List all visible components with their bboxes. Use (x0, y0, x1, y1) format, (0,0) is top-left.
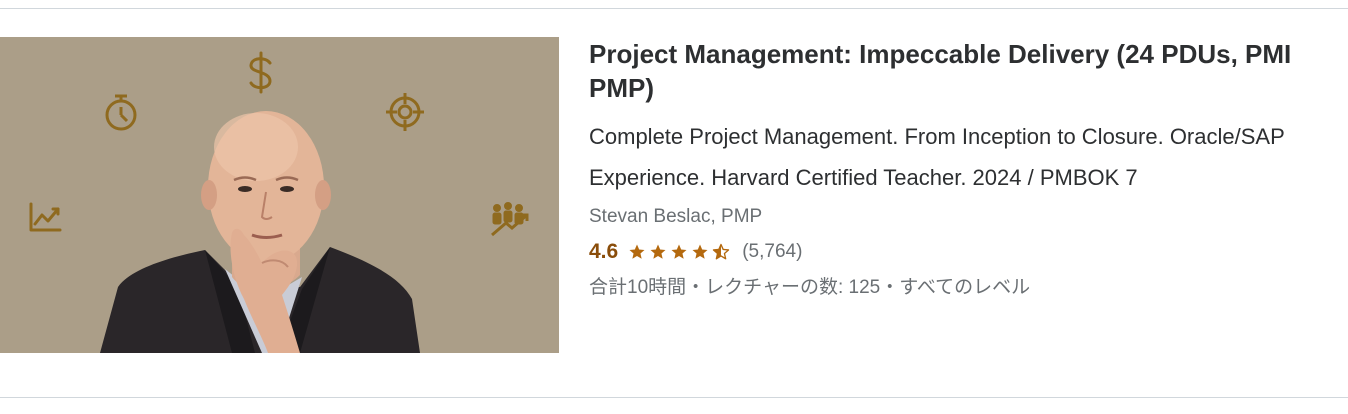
star-icon (692, 244, 708, 259)
page: Project Management: Impeccable Delivery … (0, 0, 1348, 414)
star-rating (628, 243, 730, 261)
half-star-icon (713, 243, 730, 260)
course-title[interactable]: Project Management: Impeccable Delivery … (589, 37, 1344, 105)
course-card[interactable]: Project Management: Impeccable Delivery … (0, 37, 1348, 357)
rating-number: 4.6 (589, 240, 619, 263)
course-info: Project Management: Impeccable Delivery … (589, 37, 1344, 302)
star-icon (629, 244, 645, 259)
rating-row: 4.6 (5,764) (589, 238, 1344, 266)
star-icon (671, 244, 687, 259)
course-thumbnail[interactable] (0, 37, 559, 353)
bottom-divider (0, 397, 1348, 398)
course-meta: 合計10時間・レクチャーの数: 125・すべてのレベル (589, 277, 1031, 298)
thumbnail-image (0, 37, 559, 353)
course-headline: Complete Project Management. From Incept… (589, 124, 1285, 190)
rating-count: (5,764) (742, 241, 803, 262)
top-divider (0, 8, 1348, 9)
instructor-name: Stevan Beslac, PMP (589, 206, 763, 227)
star-icon (650, 244, 666, 259)
